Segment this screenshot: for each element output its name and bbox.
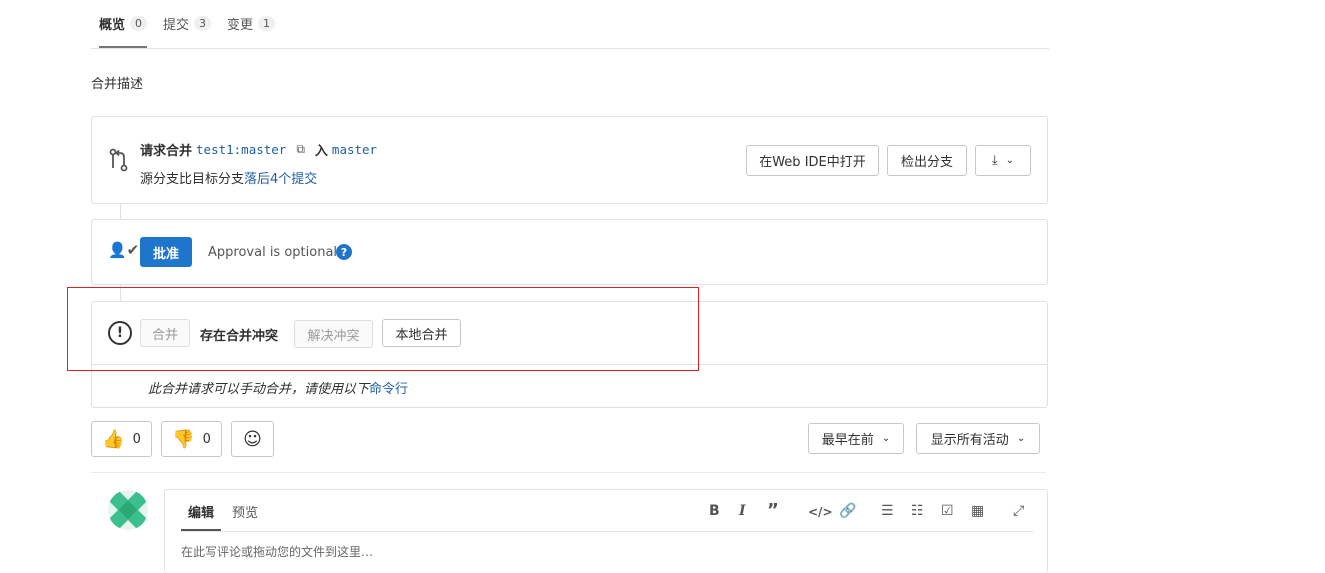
comment-textarea[interactable]: 在此写评论或拖动您的文件到这里… — [181, 543, 373, 560]
approve-button[interactable]: 批准 — [140, 237, 192, 267]
checkout-branch-button[interactable]: 检出分支 — [887, 145, 967, 176]
tab-commits[interactable]: 提交 3 — [163, 0, 212, 47]
fullscreen-icon[interactable]: ⤢ — [1013, 503, 1024, 519]
numbered-list-icon[interactable]: ☷ — [911, 503, 924, 519]
behind-line: 源分支比目标分支落后4个提交 — [140, 168, 317, 187]
merge-request-icon — [109, 148, 128, 172]
help-icon[interactable]: ? — [336, 244, 352, 260]
into-text: 入 — [314, 144, 328, 159]
description-title: 合并描述 — [91, 77, 144, 92]
sort-label: 最早在前 — [821, 433, 874, 448]
add-reaction-button[interactable]: ☺ — [231, 421, 274, 457]
sort-dropdown[interactable]: 最早在前 ⌄ — [808, 423, 904, 454]
comment-editor: 编辑 预览 在此写评论或拖动您的文件到这里… — [164, 489, 1048, 573]
tab-edit[interactable]: 编辑 — [181, 502, 222, 531]
thumbs-up-icon: 👍 — [102, 428, 125, 450]
italic-icon[interactable]: I — [739, 503, 746, 519]
download-dropdown-button[interactable]: ⤓ ⌄ — [975, 145, 1031, 176]
command-line-link[interactable]: 命令行 — [369, 382, 408, 397]
source-branch[interactable]: test1:master — [196, 142, 286, 157]
timeline-connector — [120, 203, 121, 219]
thumbs-up-count: 0 — [132, 431, 141, 447]
quote-icon[interactable]: ” — [767, 500, 779, 521]
approval-optional-text: Approval is optional — [208, 245, 338, 260]
tab-changes-count: 1 — [258, 16, 276, 31]
thumbs-down-button[interactable]: 👎 0 — [161, 421, 222, 457]
thumbs-down-icon: 👎 — [172, 428, 195, 450]
divider — [91, 472, 1046, 473]
tab-preview[interactable]: 预览 — [232, 502, 258, 521]
merge-request-prefix: 请求合并 — [140, 144, 193, 159]
chevron-down-icon: ⌄ — [1005, 155, 1015, 166]
manual-merge-hint: 此合并请求可以手动合并，请使用以下命令行 — [148, 378, 408, 397]
mr-tabs: 概览 0 提交 3 变更 1 — [91, 0, 1049, 49]
editor-header — [181, 490, 1033, 532]
bullet-list-icon[interactable]: ☰ — [881, 503, 894, 519]
highlight-box — [67, 287, 699, 371]
tab-overview[interactable]: 概览 0 — [99, 0, 148, 48]
behind-link[interactable]: 落后4个提交 — [244, 172, 317, 187]
smiley-icon: ☺ — [243, 428, 262, 450]
approval-card: 👤✔ 批准 Approval is optional ? — [91, 219, 1048, 285]
approval-user-check-icon: 👤✔ — [108, 241, 140, 259]
open-web-ide-button[interactable]: 在Web IDE中打开 — [746, 145, 879, 176]
tab-commits-label: 提交 — [163, 18, 190, 33]
thumbs-up-button[interactable]: 👍 0 — [91, 421, 152, 457]
filter-label: 显示所有活动 — [930, 433, 1009, 448]
download-icon: ⤓ — [991, 153, 998, 168]
copy-icon[interactable]: ⧉ — [296, 142, 305, 157]
behind-prefix: 源分支比目标分支 — [140, 172, 245, 187]
activity-filter-dropdown[interactable]: 显示所有活动 ⌄ — [916, 423, 1040, 454]
thumbs-down-count: 0 — [202, 431, 211, 447]
tab-changes[interactable]: 变更 1 — [227, 0, 276, 47]
table-icon[interactable]: ▦ — [971, 503, 984, 519]
avatar[interactable] — [108, 490, 148, 530]
bold-icon[interactable]: B — [709, 503, 720, 519]
tab-changes-label: 变更 — [227, 18, 254, 33]
tab-commits-count: 3 — [194, 16, 212, 31]
manual-merge-hint-text: 此合并请求可以手动合并，请使用以下 — [148, 382, 370, 397]
merge-request-card: 请求合并 test1:master ⧉ 入 master 源分支比目标分支落后4… — [91, 116, 1048, 204]
tab-overview-label: 概览 — [99, 17, 126, 33]
chevron-down-icon: ⌄ — [1016, 433, 1026, 444]
chevron-down-icon: ⌄ — [881, 433, 891, 444]
target-branch[interactable]: master — [332, 142, 377, 157]
task-list-icon[interactable]: ☑ — [941, 503, 954, 519]
merge-request-line: 请求合并 test1:master ⧉ 入 master — [140, 140, 377, 159]
link-icon[interactable]: 🔗 — [839, 503, 856, 519]
code-icon[interactable]: </> — [808, 505, 833, 519]
tab-overview-count: 0 — [130, 15, 148, 31]
